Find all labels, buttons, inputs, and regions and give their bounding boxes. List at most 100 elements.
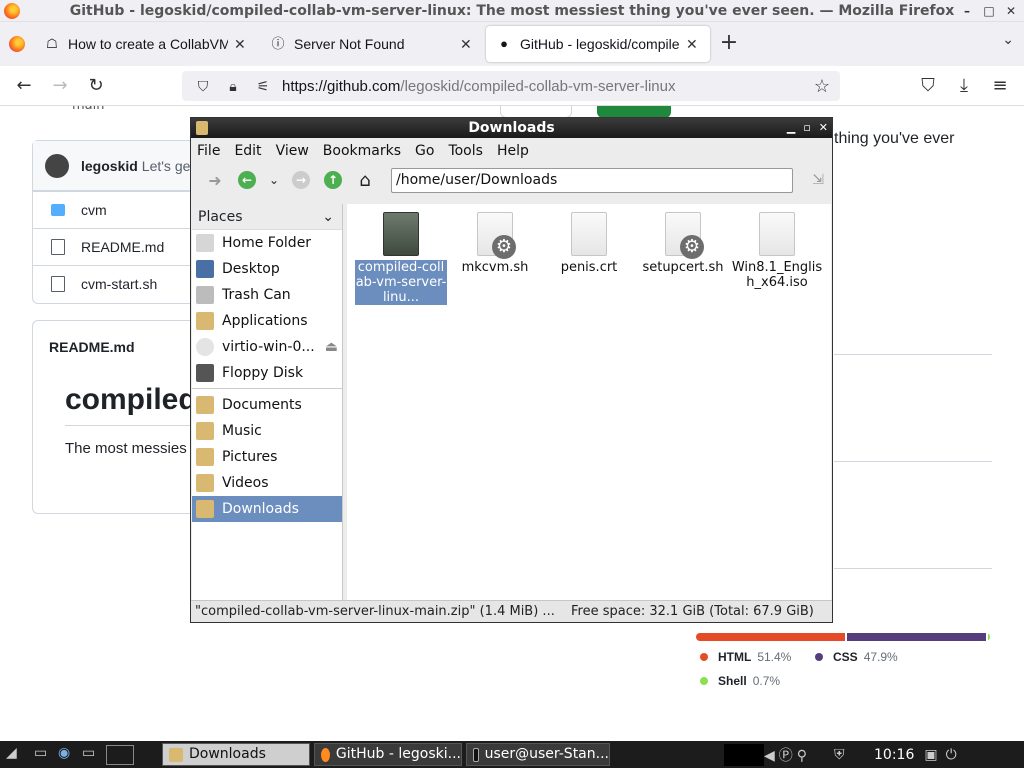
home-button[interactable]: ⌂ <box>349 167 381 193</box>
lock-icon[interactable]: 🔒︎ <box>222 78 244 95</box>
file-row[interactable]: cvm <box>33 191 202 228</box>
back-button[interactable]: ← <box>6 70 42 102</box>
new-tab-button[interactable]: + <box>712 27 746 61</box>
place-trash-can[interactable]: Trash Can <box>192 282 342 308</box>
language-bar <box>696 633 990 641</box>
language-item-html[interactable]: HTML 51.4% <box>700 650 791 664</box>
back-arrow-icon: ← <box>238 171 256 189</box>
maximize-button[interactable]: ▫ <box>803 118 810 138</box>
tab-collabvm[interactable]: ☖ How to create a CollabVM ✕ <box>34 26 258 62</box>
firefox-view-button[interactable] <box>0 22 34 66</box>
task-terminal[interactable]: user@user-Stan... <box>466 743 610 766</box>
file-name[interactable]: cvm-start.sh <box>81 276 157 292</box>
readme-header: README.md <box>49 339 135 355</box>
maximize-button[interactable]: □ <box>980 2 998 20</box>
minimize-button[interactable]: ▁ <box>787 118 795 138</box>
history-dropdown[interactable]: ⌄ <box>263 167 285 193</box>
place-floppy-disk[interactable]: Floppy Disk <box>192 360 342 386</box>
forward-button[interactable]: → <box>42 70 78 102</box>
chevron-down-icon: ⌄ <box>322 208 334 225</box>
menu-file[interactable]: File <box>197 143 220 159</box>
url-path: /legoskid/compiled-collab-vm-server-linu… <box>400 77 676 95</box>
menu-edit[interactable]: Edit <box>234 143 261 159</box>
bookmark-music[interactable]: Music <box>192 418 342 444</box>
bookmark-pictures[interactable]: Pictures <box>192 444 342 470</box>
downloads-icon[interactable]: ⤓ <box>946 70 982 102</box>
menu-tools[interactable]: Tools <box>448 143 483 159</box>
tab-close-icon[interactable]: ✕ <box>234 36 248 53</box>
tray-icons[interactable]: ◀Ⓟ⚲ <box>764 745 834 765</box>
tab-github[interactable]: ● GitHub - legoskid/compiled ✕ <box>486 26 710 62</box>
menu-icon[interactable]: ≡ <box>982 70 1018 102</box>
close-button[interactable]: ✕ <box>819 118 828 138</box>
eject-icon[interactable]: ⏏ <box>325 339 338 355</box>
language-bar-segment-shell <box>987 633 990 641</box>
file-item-mkcvm[interactable]: ⚙ mkcvm.sh <box>449 212 541 275</box>
file-manager-title-bar[interactable]: Downloads ▁ ▫ ✕ <box>191 118 832 138</box>
task-github[interactable]: GitHub - legoski... <box>314 743 462 766</box>
new-tab-button[interactable]: ➜ <box>199 167 231 193</box>
list-all-tabs-icon[interactable]: ⌄ <box>1002 32 1014 48</box>
home-icon: ⌂ <box>359 169 371 191</box>
commit-message[interactable]: Let's ge <box>142 158 191 174</box>
power-icon[interactable]: ⏻ <box>946 747 957 763</box>
place-desktop[interactable]: Desktop <box>192 256 342 282</box>
file-item-compiled-zip[interactable]: compiled-collab-vm-server-linu... <box>355 212 447 305</box>
close-window-button[interactable]: ✕ <box>1002 2 1020 20</box>
url-bar[interactable]: ⛉ 🔒︎ ⚟ https://github.com/legoskid/compi… <box>182 71 840 101</box>
tab-close-icon[interactable]: ✕ <box>460 36 474 53</box>
bookmark-videos[interactable]: Videos <box>192 470 342 496</box>
go-icon[interactable]: ⇲ <box>812 172 824 188</box>
up-button[interactable]: ↑ <box>317 167 349 193</box>
pocket-icon[interactable]: ⛉ <box>910 70 946 102</box>
file-name[interactable]: README.md <box>81 239 164 255</box>
browser-launcher-icon[interactable]: ◉ <box>58 745 82 765</box>
file-row[interactable]: README.md <box>33 228 202 265</box>
back-button[interactable]: ← <box>231 167 263 193</box>
language-item-css[interactable]: CSS 47.9% <box>815 650 898 664</box>
menu-go[interactable]: Go <box>415 143 434 159</box>
file-view[interactable]: compiled-collab-vm-server-linu... ⚙ mkcv… <box>347 204 831 600</box>
bookmark-star-icon[interactable]: ☆ <box>814 76 830 97</box>
show-desktop-icon[interactable] <box>106 744 134 765</box>
commit-author[interactable]: legoskid <box>81 158 138 174</box>
url-text[interactable]: https://github.com/legoskid/compiled-col… <box>282 78 814 95</box>
file-item-setupcert[interactable]: ⚙ setupcert.sh <box>637 212 729 275</box>
start-menu-icon[interactable]: ◢ <box>6 745 34 765</box>
language-dot <box>700 653 708 661</box>
file-name[interactable]: cvm <box>81 202 107 218</box>
place-virtio-disc[interactable]: virtio-win-0... ⏏ <box>192 334 342 360</box>
task-downloads[interactable]: Downloads <box>162 743 310 766</box>
clock[interactable]: 10:16 <box>874 747 914 763</box>
menu-view[interactable]: View <box>276 143 309 159</box>
language-item-shell[interactable]: Shell 0.7% <box>700 674 780 688</box>
file-manager-launcher-icon[interactable]: ▭ <box>34 745 58 765</box>
minimize-button[interactable]: – <box>958 2 976 20</box>
menu-help[interactable]: Help <box>497 143 529 159</box>
place-applications[interactable]: Applications <box>192 308 342 334</box>
user-icon[interactable]: ▣ <box>924 747 937 763</box>
terminal-launcher-icon[interactable]: ▭ <box>82 745 106 765</box>
file-manager-window[interactable]: Downloads ▁ ▫ ✕ File Edit View Bookmarks… <box>190 117 833 623</box>
permissions-icon[interactable]: ⚟ <box>252 78 274 95</box>
place-home-folder[interactable]: Home Folder <box>192 230 342 256</box>
tracking-protection-icon[interactable]: ⛉ <box>192 78 214 95</box>
path-input[interactable]: /home/user/Downloads <box>391 168 793 193</box>
places-header[interactable]: Places ⌄ <box>192 204 342 230</box>
file-row[interactable]: cvm-start.sh <box>33 265 202 302</box>
tab-title: GitHub - legoskid/compiled <box>520 36 680 52</box>
bookmark-downloads[interactable]: Downloads <box>192 496 342 522</box>
avatar[interactable] <box>45 153 69 178</box>
arrow-right-icon: ➜ <box>208 170 222 190</box>
branch-selector[interactable]: main <box>72 106 104 113</box>
forward-button[interactable]: → <box>285 167 317 193</box>
tab-close-icon[interactable]: ✕ <box>686 36 700 53</box>
bookmark-documents[interactable]: Documents <box>192 392 342 418</box>
reload-button[interactable]: ↻ <box>78 70 114 102</box>
network-icon[interactable]: ⛨ <box>834 747 874 763</box>
file-item-penis-crt[interactable]: penis.crt <box>543 212 635 275</box>
menu-bookmarks[interactable]: Bookmarks <box>323 143 401 159</box>
url-host: https://github.com <box>282 77 401 95</box>
tab-server-not-found[interactable]: ⓘ Server Not Found ✕ <box>260 26 484 62</box>
file-item-win81-iso[interactable]: Win8.1_English_x64.iso <box>731 212 823 290</box>
